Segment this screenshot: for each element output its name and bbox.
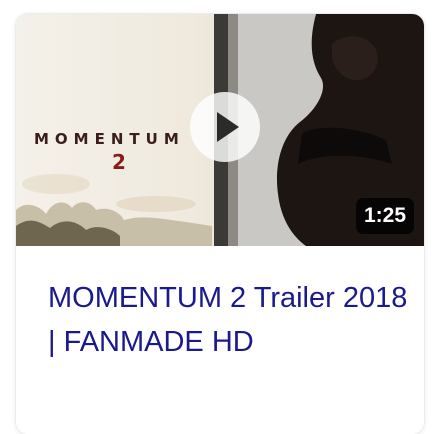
duration-badge: 1:25 — [355, 198, 414, 234]
video-title-link[interactable]: MOMENTUM 2 Trailer 2018 | FANMADE HD — [48, 276, 408, 364]
video-thumbnail[interactable]: MOMENTUM 2 1:25 — [16, 14, 424, 246]
poster-title-text: MOMENTUM — [34, 130, 185, 148]
play-button[interactable] — [190, 92, 260, 162]
play-icon — [217, 112, 239, 142]
video-card[interactable]: MOMENTUM 2 1:25 MOMENTUM 2 Trailer 2018 … — [16, 14, 424, 434]
poster-number-text: 2 — [112, 150, 126, 174]
